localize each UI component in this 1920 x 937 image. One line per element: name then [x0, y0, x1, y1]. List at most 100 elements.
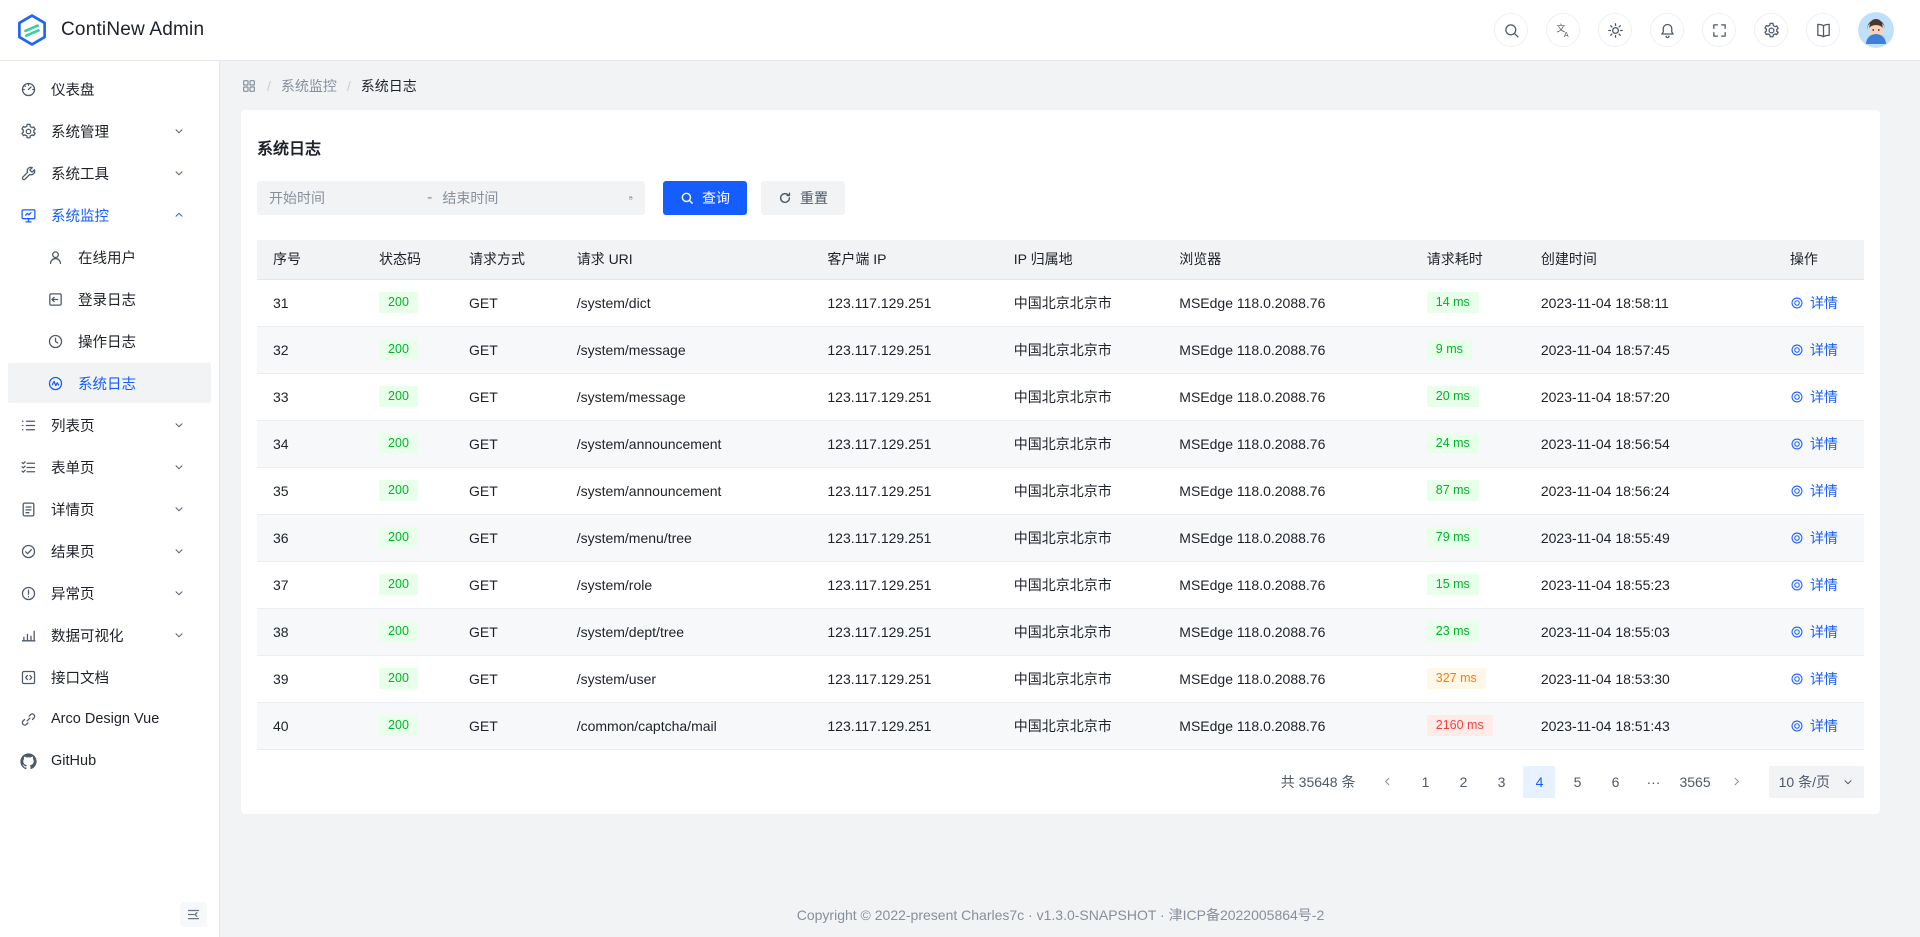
breadcrumb-item[interactable]: 系统监控 [281, 76, 337, 96]
detail-link[interactable]: 详情 [1790, 716, 1838, 736]
reset-button-label: 重置 [800, 188, 828, 208]
cell-ip-region: 中国北京北京市 [998, 420, 1164, 467]
detail-link[interactable]: 详情 [1790, 481, 1838, 501]
page-size-select[interactable]: 10 条/页 [1769, 766, 1864, 798]
sidebar-item-label: 系统日志 [78, 373, 136, 394]
chevron-left-icon [1381, 775, 1394, 788]
sidebar-item-dashboard[interactable]: 仪表盘 [8, 69, 211, 109]
table-row: 40200GET/common/captcha/mail123.117.129.… [257, 702, 1864, 749]
sidebar-item-operation-log[interactable]: 操作日志 [8, 321, 211, 361]
page-button-4[interactable]: 4 [1523, 766, 1555, 798]
page-button-3565[interactable]: 3565 [1675, 766, 1714, 798]
cell-browser: MSEdge 118.0.2088.76 [1163, 655, 1410, 702]
detail-link[interactable]: 详情 [1790, 622, 1838, 642]
sidebar-item-online-users[interactable]: 在线用户 [8, 237, 211, 277]
previous-page-button[interactable] [1371, 766, 1403, 798]
eye-icon [1790, 672, 1804, 686]
date-range-picker[interactable]: - [257, 181, 645, 215]
cell-uri: /system/role [561, 561, 812, 608]
cell-action: 详情 [1774, 279, 1864, 326]
settings-button[interactable] [1754, 13, 1788, 47]
sidebar-item-form-page[interactable]: 表单页 [8, 447, 211, 487]
notification-button[interactable] [1650, 13, 1684, 47]
cell-method: GET [453, 279, 561, 326]
cell-status: 200 [363, 655, 453, 702]
detail-link[interactable]: 详情 [1790, 293, 1838, 313]
cell-browser: MSEdge 118.0.2088.76 [1163, 514, 1410, 561]
detail-link[interactable]: 详情 [1790, 575, 1838, 595]
cell-no: 38 [257, 608, 363, 655]
table-header-row: 序号状态码请求方式请求 URI客户端 IPIP 归属地浏览器请求耗时创建时间操作 [257, 240, 1864, 279]
detail-link[interactable]: 详情 [1790, 434, 1838, 454]
status-badge: 200 [379, 715, 418, 737]
brand[interactable]: ContiNew Admin [15, 13, 204, 47]
reset-button[interactable]: 重置 [761, 181, 845, 215]
cell-created-time: 2023-11-04 18:53:30 [1525, 655, 1774, 702]
search-button[interactable] [1494, 13, 1528, 47]
sidebar-item-system-log[interactable]: 系统日志 [8, 363, 211, 403]
sidebar-item-arco-design-vue[interactable]: Arco Design Vue [8, 699, 211, 739]
sidebar-item-login-log[interactable]: 登录日志 [8, 279, 211, 319]
page-button-6[interactable]: 6 [1599, 766, 1631, 798]
user-avatar[interactable] [1858, 12, 1894, 48]
menu-collapse-button[interactable] [180, 902, 207, 927]
app-root: ContiNew Admin 文A 仪表盘系统管理系统工具系统监控在线用户登录日… [0, 0, 1920, 937]
sidebar-item-api-doc[interactable]: 接口文档 [8, 657, 211, 697]
cell-client-ip: 123.117.129.251 [811, 702, 997, 749]
sidebar-item-system-tools[interactable]: 系统工具 [8, 153, 211, 193]
fullscreen-button[interactable] [1702, 13, 1736, 47]
next-page-button[interactable] [1721, 766, 1753, 798]
cell-no: 37 [257, 561, 363, 608]
page-button-5[interactable]: 5 [1561, 766, 1593, 798]
sidebar-item-result-page[interactable]: 结果页 [8, 531, 211, 571]
column-header: 状态码 [363, 240, 453, 279]
page-button-1[interactable]: 1 [1409, 766, 1441, 798]
cell-elapsed: 15 ms [1411, 561, 1525, 608]
table-row: 39200GET/system/user123.117.129.251中国北京北… [257, 655, 1864, 702]
chevron-down-icon [173, 545, 185, 557]
eye-icon [1790, 343, 1804, 357]
cell-elapsed: 24 ms [1411, 420, 1525, 467]
page-button-3[interactable]: 3 [1485, 766, 1517, 798]
theme-button[interactable] [1598, 13, 1632, 47]
cell-ip-region: 中国北京北京市 [998, 702, 1164, 749]
monitor-icon [20, 207, 37, 224]
sidebar-item-label: Arco Design Vue [51, 711, 159, 727]
search-button[interactable]: 查询 [663, 181, 747, 215]
cell-method: GET [453, 467, 561, 514]
detail-link[interactable]: 详情 [1790, 528, 1838, 548]
end-time-input[interactable] [442, 190, 623, 206]
cell-ip-region: 中国北京北京市 [998, 514, 1164, 561]
sidebar-item-list-page[interactable]: 列表页 [8, 405, 211, 445]
cell-created-time: 2023-11-04 18:56:54 [1525, 420, 1774, 467]
sidebar-item-system-management[interactable]: 系统管理 [8, 111, 211, 151]
start-time-input[interactable] [269, 190, 427, 206]
pagination: 共 35648 条123456···356510 条/页 [257, 766, 1864, 798]
translate-icon: 文A [1555, 22, 1572, 39]
sidebar-item-detail-page[interactable]: 详情页 [8, 489, 211, 529]
cell-client-ip: 123.117.129.251 [811, 373, 997, 420]
chevron-down-icon [173, 125, 185, 137]
detail-link[interactable]: 详情 [1790, 387, 1838, 407]
cell-method: GET [453, 514, 561, 561]
form-checklist-icon [20, 459, 37, 476]
status-badge: 200 [379, 292, 418, 314]
cell-method: GET [453, 420, 561, 467]
cell-elapsed: 79 ms [1411, 514, 1525, 561]
status-badge: 200 [379, 339, 418, 361]
cell-uri: /system/dict [561, 279, 812, 326]
docs-button[interactable] [1806, 13, 1840, 47]
detail-link[interactable]: 详情 [1790, 669, 1838, 689]
sidebar-item-data-visualization[interactable]: 数据可视化 [8, 615, 211, 655]
sidebar-item-system-monitor[interactable]: 系统监控 [8, 195, 211, 235]
cell-no: 33 [257, 373, 363, 420]
check-circle-icon [20, 543, 37, 560]
sidebar-item-exception-page[interactable]: 异常页 [8, 573, 211, 613]
table-row: 36200GET/system/menu/tree123.117.129.251… [257, 514, 1864, 561]
detail-link[interactable]: 详情 [1790, 340, 1838, 360]
translate-button[interactable]: 文A [1546, 13, 1580, 47]
fullscreen-icon [1711, 22, 1728, 39]
page-button-2[interactable]: 2 [1447, 766, 1479, 798]
page-size-label: 10 条/页 [1779, 772, 1830, 792]
sidebar-item-github[interactable]: GitHub [8, 741, 211, 781]
